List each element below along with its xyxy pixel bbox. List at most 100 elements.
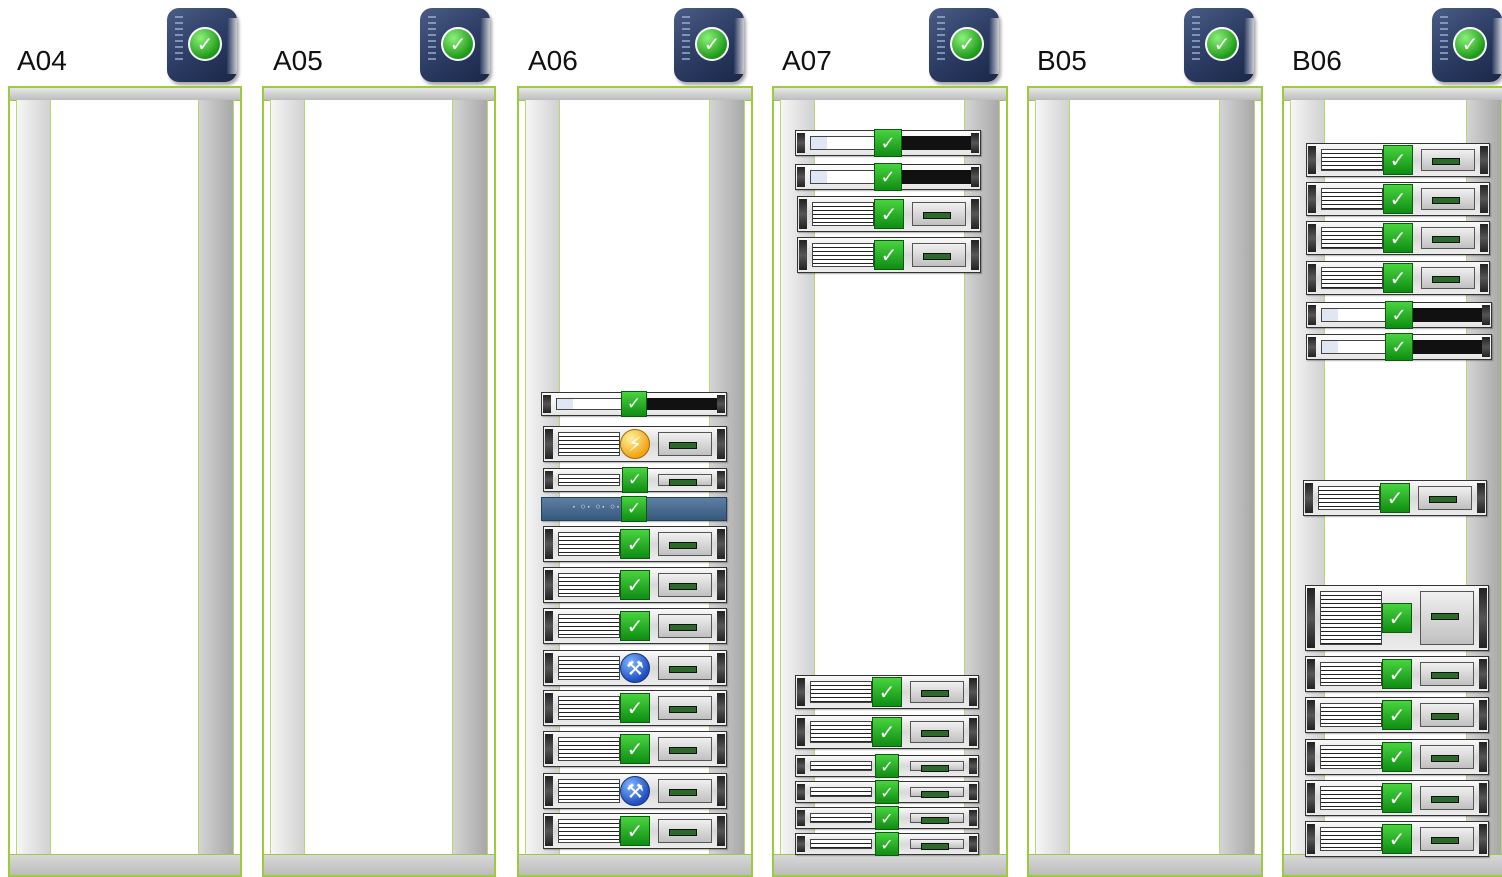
status-ok-icon[interactable]: ✓ — [620, 816, 650, 846]
mount-ear-left — [1307, 824, 1315, 854]
pdu-icon[interactable]: ✓ — [1432, 8, 1502, 82]
status-ok-icon[interactable]: ✓ — [620, 734, 650, 764]
rack-b05[interactable] — [1027, 86, 1263, 877]
mount-ear-right — [1479, 783, 1487, 813]
mount-ear-left — [1307, 659, 1315, 689]
status-maintenance-icon[interactable]: ⚒ — [620, 653, 650, 683]
status-ok-icon[interactable]: ✓ — [621, 391, 647, 417]
status-ok-icon[interactable]: ✓ — [622, 467, 648, 493]
rack-label-b06: B06 — [1292, 45, 1342, 76]
drive-bays — [558, 614, 620, 638]
mount-ear-right — [971, 167, 979, 187]
pdu-icon[interactable]: ✓ — [929, 8, 999, 82]
mount-ear-right — [1480, 264, 1488, 292]
mount-ear-right — [969, 678, 977, 706]
pdu-icon[interactable]: ✓ — [420, 8, 490, 82]
mount-ear-right — [717, 816, 725, 846]
check-circle-icon: ✓ — [950, 27, 984, 61]
status-ok-icon[interactable]: ✓ — [1382, 783, 1412, 813]
front-panel — [1407, 340, 1487, 354]
check-circle-icon: ✓ — [188, 27, 222, 61]
mount-ear-left — [545, 816, 553, 846]
rack-interior — [50, 100, 200, 855]
status-ok-icon[interactable]: ✓ — [875, 832, 899, 856]
status-ok-icon[interactable]: ✓ — [875, 780, 899, 804]
rack-bottom-bar — [774, 854, 1006, 875]
rack-a05[interactable] — [262, 86, 496, 877]
status-ok-icon[interactable]: ✓ — [875, 754, 899, 778]
mount-ear-right — [1479, 700, 1487, 730]
mount-ear-right — [971, 133, 979, 153]
mount-ear-left — [545, 471, 553, 489]
status-maintenance-icon[interactable]: ⚒ — [620, 776, 650, 806]
status-ok-icon[interactable]: ✓ — [1383, 263, 1413, 293]
status-ok-icon[interactable]: ✓ — [1380, 483, 1410, 513]
mount-ear-right — [1479, 588, 1487, 648]
drive-bays — [810, 681, 872, 703]
rack-bottom-bar — [10, 854, 240, 875]
pdu-icon[interactable]: ✓ — [674, 8, 744, 82]
status-ok-icon[interactable]: ✓ — [1382, 659, 1412, 689]
mount-ear-left — [1308, 305, 1316, 325]
status-ok-icon[interactable]: ✓ — [1385, 301, 1413, 329]
status-ok-icon[interactable]: ✓ — [874, 163, 902, 191]
front-panel — [658, 819, 712, 843]
mount-ear-right — [717, 653, 725, 683]
drive-bays — [810, 136, 882, 150]
mount-ear-left — [545, 529, 553, 559]
status-warning-icon[interactable]: ⚡ — [620, 429, 650, 459]
mount-ear-right — [717, 776, 725, 806]
front-panel — [910, 761, 964, 773]
pdu-icon[interactable]: ✓ — [1184, 8, 1254, 82]
mount-ear-left — [1308, 264, 1316, 292]
mount-ear-right — [717, 429, 725, 459]
front-panel — [1418, 486, 1472, 510]
mount-ear-left — [1307, 783, 1315, 813]
status-ok-icon[interactable]: ✓ — [875, 806, 899, 830]
drive-bays — [558, 737, 620, 761]
status-ok-icon[interactable]: ✓ — [620, 611, 650, 641]
rack-interior — [304, 100, 454, 855]
drive-bays — [556, 398, 628, 410]
mount-ear-right — [969, 784, 977, 800]
mount-ear-right — [969, 758, 977, 774]
mount-ear-left — [545, 611, 553, 641]
status-ok-icon[interactable]: ✓ — [620, 570, 650, 600]
rack-rail-right — [1219, 100, 1255, 855]
status-ok-icon[interactable]: ✓ — [1383, 184, 1413, 214]
front-panel — [658, 474, 712, 486]
status-ok-icon[interactable]: ✓ — [1382, 742, 1412, 772]
pdu-icon[interactable]: ✓ — [167, 8, 237, 82]
front-panel — [1420, 703, 1474, 727]
status-ok-icon[interactable]: ✓ — [1382, 603, 1412, 633]
rack-a04[interactable] — [8, 86, 242, 877]
status-ok-icon[interactable]: ✓ — [621, 496, 647, 522]
front-panel — [1421, 188, 1475, 210]
rack-label-a06: A06 — [528, 45, 578, 76]
mount-ear-left — [799, 199, 807, 229]
status-ok-icon[interactable]: ✓ — [1385, 333, 1413, 361]
drive-bays — [1321, 340, 1393, 354]
status-ok-icon[interactable]: ✓ — [874, 129, 902, 157]
drive-bays — [1320, 703, 1382, 727]
drive-bays — [1321, 267, 1383, 289]
status-ok-icon[interactable]: ✓ — [620, 529, 650, 559]
mount-ear-right — [969, 810, 977, 826]
status-ok-icon[interactable]: ✓ — [1383, 145, 1413, 175]
status-ok-icon[interactable]: ✓ — [1382, 700, 1412, 730]
status-ok-icon[interactable]: ✓ — [874, 240, 904, 270]
rack-interior — [1069, 100, 1221, 855]
drive-bays — [810, 761, 872, 771]
status-ok-icon[interactable]: ✓ — [620, 693, 650, 723]
rack-label-a04: A04 — [17, 45, 67, 76]
status-ok-icon[interactable]: ✓ — [872, 717, 902, 747]
status-ok-icon[interactable]: ✓ — [874, 199, 904, 229]
mount-ear-left — [1308, 185, 1316, 213]
mount-ear-right — [1477, 483, 1485, 513]
status-ok-icon[interactable]: ✓ — [872, 677, 902, 707]
status-ok-icon[interactable]: ✓ — [1383, 223, 1413, 253]
drive-bays — [1321, 188, 1383, 210]
status-ok-icon[interactable]: ✓ — [1382, 824, 1412, 854]
mount-ear-right — [717, 570, 725, 600]
front-panel — [1420, 591, 1474, 645]
